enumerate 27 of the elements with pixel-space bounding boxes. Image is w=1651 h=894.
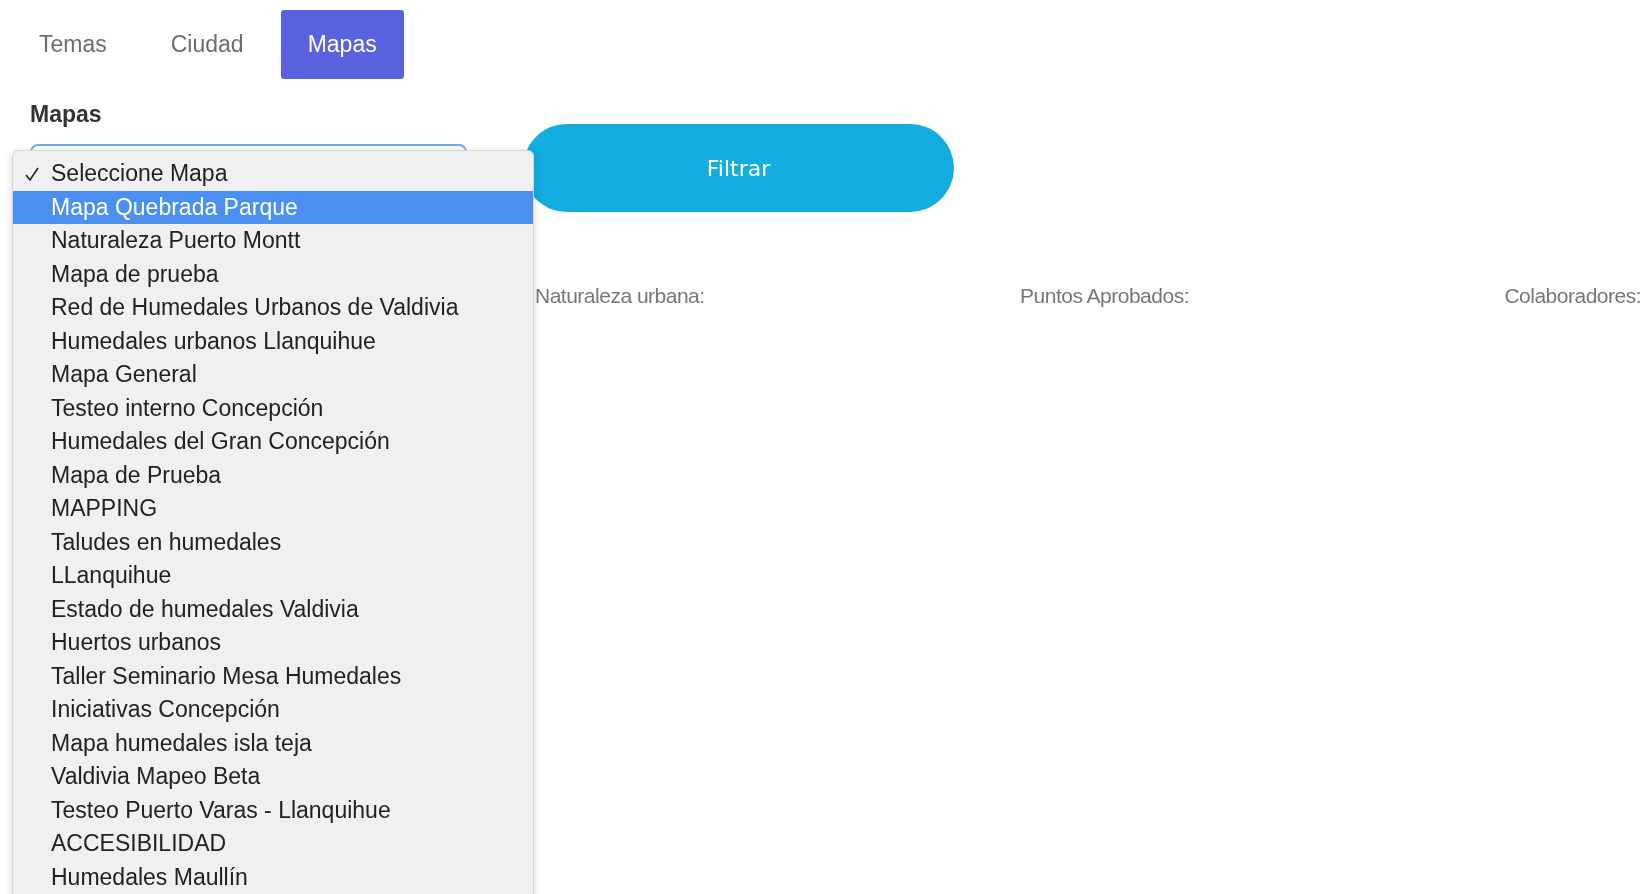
tab[interactable]: Ciudad	[143, 10, 271, 79]
menu-option[interactable]: Taludes en humedales	[13, 525, 533, 559]
menu-option[interactable]: Humedales Maullín	[13, 860, 533, 894]
stat-label: Puntos Aprobados:	[1020, 284, 1189, 308]
menu-option[interactable]: Mapa de Prueba	[13, 458, 533, 492]
menu-option[interactable]: LLanquihue	[13, 559, 533, 593]
menu-option[interactable]: Valdivia Mapeo Beta	[13, 760, 533, 794]
menu-option[interactable]: Estado de humedales Valdivia	[13, 592, 533, 626]
menu-option[interactable]: MAPPING	[13, 492, 533, 526]
menu-option[interactable]: Mapa humedales isla teja	[13, 726, 533, 760]
menu-option[interactable]: Mapa General	[13, 358, 533, 392]
menu-option[interactable]: Huertos urbanos	[13, 626, 533, 660]
menu-option[interactable]: Humedales del Gran Concepción	[13, 425, 533, 459]
stat-label: Colaboradores:	[1504, 284, 1641, 308]
tab[interactable]: Temas	[12, 10, 134, 79]
menu-option[interactable]: Humedales urbanos Llanquihue	[13, 324, 533, 358]
menu-option[interactable]: Red de Humedales Urbanos de Valdivia	[13, 291, 533, 325]
menu-option[interactable]: Iniciativas Concepción	[13, 693, 533, 727]
menu-option[interactable]: Taller Seminario Mesa Humedales	[13, 659, 533, 693]
stat-label: Naturaleza urbana:	[535, 284, 705, 308]
menu-option[interactable]: Naturaleza Puerto Montt	[13, 224, 533, 258]
menu-option[interactable]: Testeo Puerto Varas - Llanquihue	[13, 793, 533, 827]
menu-option[interactable]: Testeo interno Concepción	[13, 391, 533, 425]
field-label: Mapas	[30, 101, 102, 128]
menu-option[interactable]: Mapa de prueba	[13, 257, 533, 291]
tab[interactable]: Mapas	[280, 10, 404, 79]
menu-option[interactable]: ACCESIBILIDAD	[13, 827, 533, 861]
